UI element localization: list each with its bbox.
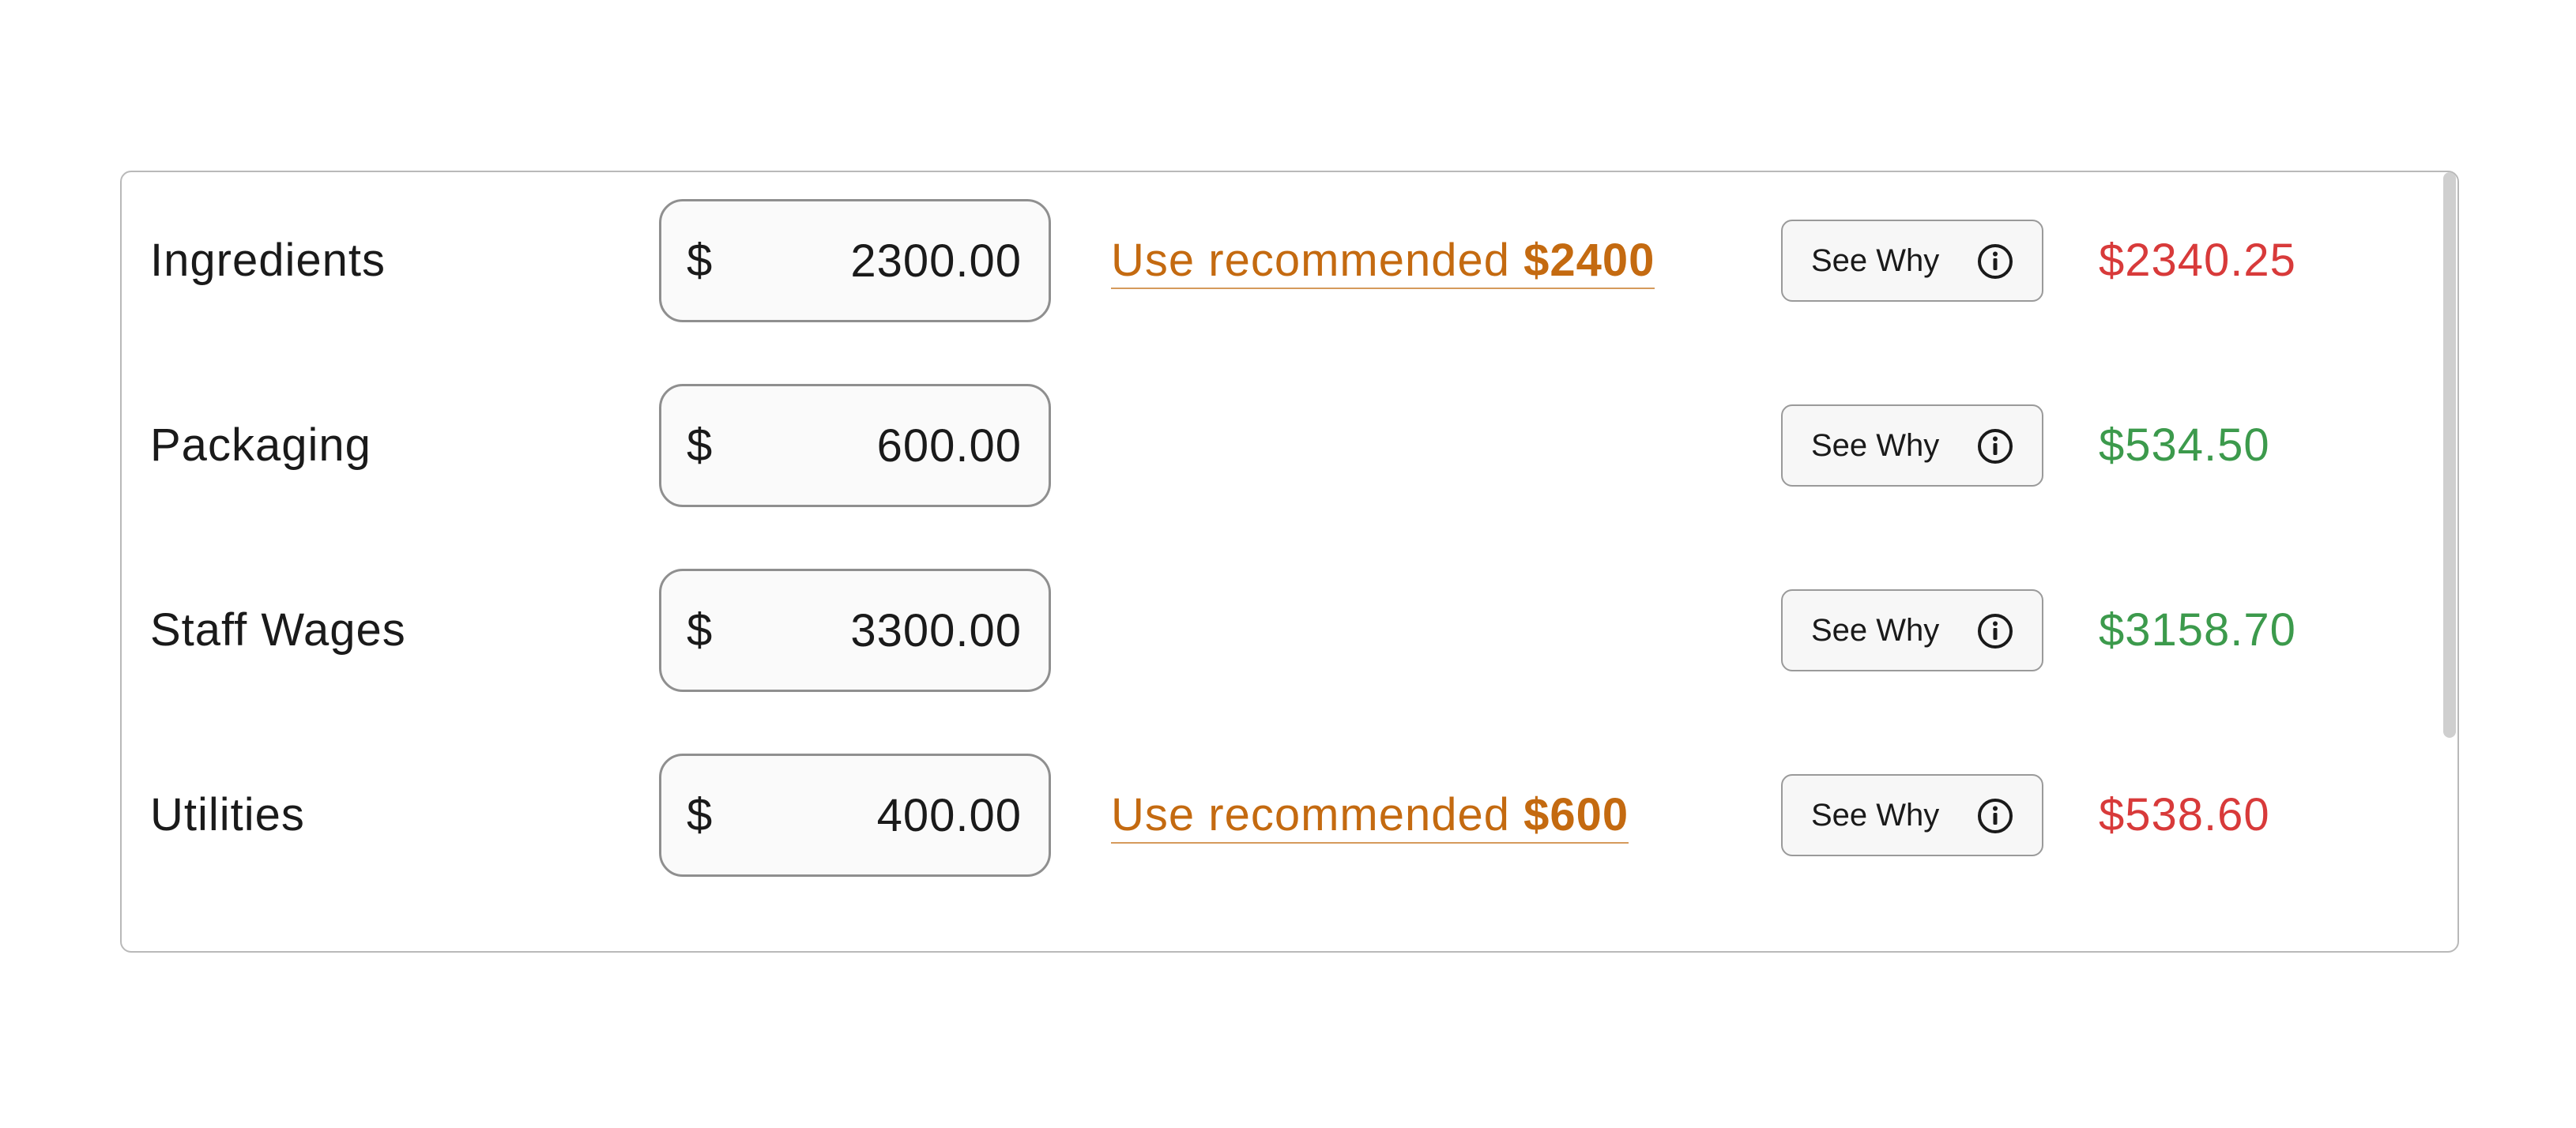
see-why-button[interactable]: See Why <box>1781 404 2043 487</box>
recommend-prefix: Use recommended <box>1111 789 1510 840</box>
currency-symbol: $ <box>687 604 713 656</box>
actual-amount: $2340.25 <box>2099 235 2296 286</box>
recommended-value: $2400 <box>1523 235 1655 286</box>
amount-input[interactable] <box>737 201 1022 320</box>
amount-field[interactable]: $ <box>659 384 1051 507</box>
see-why-label: See Why <box>1811 243 1940 278</box>
use-recommended-link[interactable]: Use recommended $600 <box>1111 754 1629 877</box>
use-recommended-link[interactable]: Use recommended $2400 <box>1111 199 1655 322</box>
budget-row-utilities: Utilities $ Use recommended $600 See Why… <box>122 754 2413 877</box>
budget-panel: Ingredients $ Use recommended $2400 See … <box>120 171 2459 953</box>
actual-amount: $538.60 <box>2099 789 2270 840</box>
row-label: Packaging <box>150 419 371 471</box>
amount-field[interactable]: $ <box>659 199 1051 322</box>
scrollbar-thumb[interactable] <box>2443 172 2456 738</box>
see-why-button[interactable]: See Why <box>1781 589 2043 671</box>
info-icon <box>1978 244 2013 279</box>
row-label: Ingredients <box>150 235 386 286</box>
see-why-button[interactable]: See Why <box>1781 774 2043 856</box>
actual-amount: $3158.70 <box>2099 604 2296 656</box>
budget-row-packaging: Packaging $ See Why $534.50 <box>122 384 2413 507</box>
currency-symbol: $ <box>687 235 713 286</box>
row-label: Utilities <box>150 789 305 840</box>
budget-row-staff-wages: Staff Wages $ See Why $3158.70 <box>122 569 2413 692</box>
amount-input[interactable] <box>737 571 1022 690</box>
info-icon <box>1978 429 2013 464</box>
budget-row-ingredients: Ingredients $ Use recommended $2400 See … <box>122 199 2413 322</box>
amount-field[interactable]: $ <box>659 569 1051 692</box>
info-icon <box>1978 799 2013 833</box>
amount-input[interactable] <box>737 386 1022 505</box>
use-recommended-text: Use recommended $600 <box>1111 789 1629 844</box>
actual-amount: $534.50 <box>2099 419 2270 471</box>
currency-symbol: $ <box>687 419 713 471</box>
see-why-label: See Why <box>1811 428 1940 463</box>
currency-symbol: $ <box>687 789 713 840</box>
vertical-scrollbar[interactable] <box>2442 172 2457 951</box>
recommended-value: $600 <box>1523 789 1629 840</box>
see-why-label: See Why <box>1811 613 1940 648</box>
row-label: Staff Wages <box>150 604 406 656</box>
amount-field[interactable]: $ <box>659 754 1051 877</box>
recommend-prefix: Use recommended <box>1111 235 1510 286</box>
amount-input[interactable] <box>737 756 1022 874</box>
use-recommended-text: Use recommended $2400 <box>1111 235 1655 289</box>
info-icon <box>1978 614 2013 649</box>
see-why-label: See Why <box>1811 798 1940 833</box>
see-why-button[interactable]: See Why <box>1781 220 2043 302</box>
